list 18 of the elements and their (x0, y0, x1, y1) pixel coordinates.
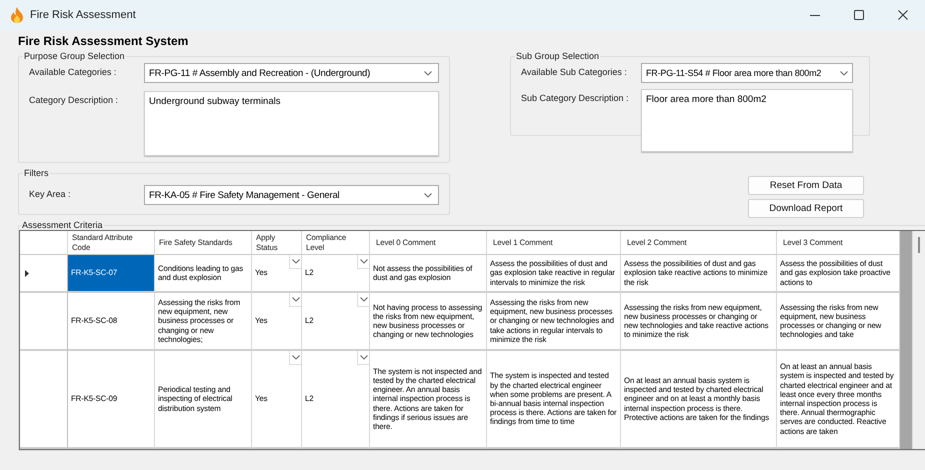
category-dropdown[interactable]: FR-PG-11 # Assembly and Recreation - (Underground) (144, 63, 439, 83)
group-title: Assessment Criteria (21, 220, 104, 230)
field-label: Key Area : (28, 188, 71, 199)
key-area-dropdown[interactable]: FR-KA-05 # Fire Safety Management - General (144, 185, 439, 205)
group-title: Sub Group Selection (515, 51, 600, 61)
description-field[interactable]: Underground subway terminals (144, 91, 439, 156)
field-label: Available Sub Categories : (520, 66, 627, 77)
field-label: Sub Category Description : (520, 92, 629, 103)
description-field[interactable]: Floor area more than 800m2 (641, 89, 853, 152)
page-heading: Fire Risk Assessment System (18, 34, 190, 49)
window-title: Fire Risk Assessment (30, 9, 136, 21)
sub-category-dropdown[interactable]: FR-PG-11-S54 # Floor area more than 800m2 (641, 63, 853, 83)
group-title: Filters (23, 168, 50, 178)
action-button[interactable]: Reset From Data (748, 176, 864, 195)
action-button[interactable]: Download Report (748, 199, 864, 218)
group-title: Purpose Group Selection (23, 51, 126, 61)
field-label: Category Description : (28, 94, 118, 105)
field-label: Available Categories : (28, 66, 116, 77)
